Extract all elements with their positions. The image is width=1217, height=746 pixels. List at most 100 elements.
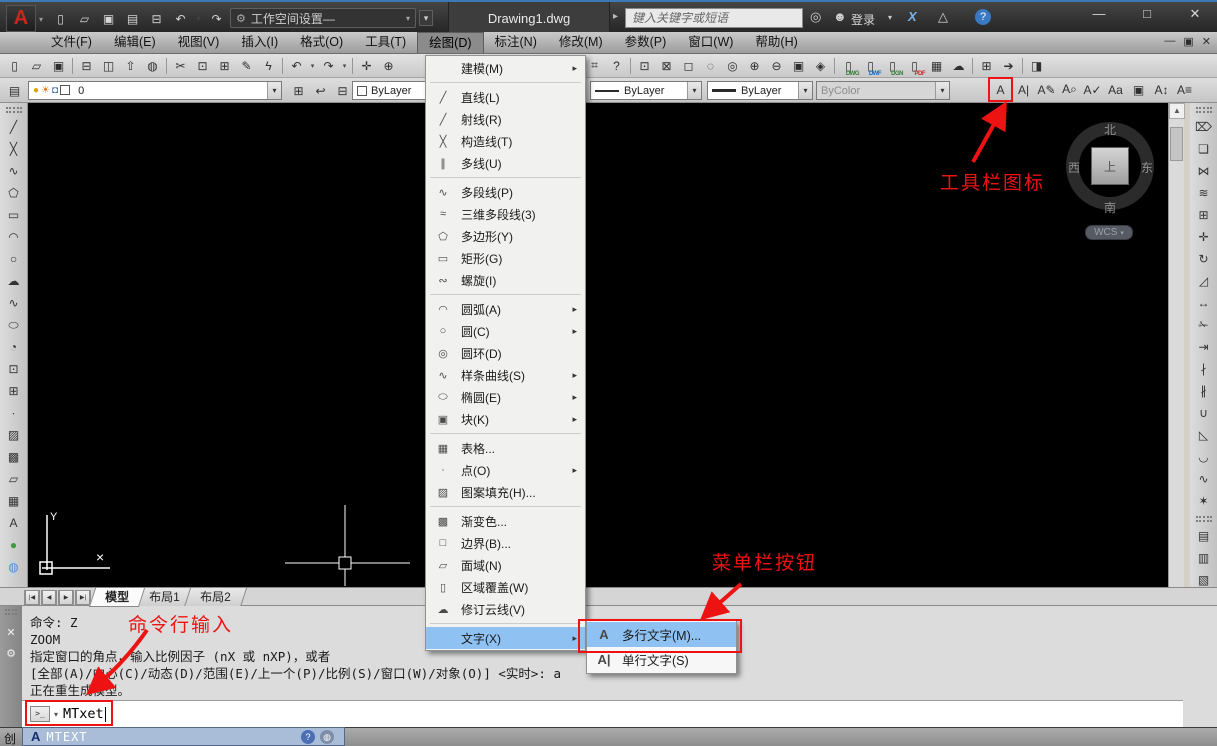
scale-text-icon[interactable]: A↕ [1151, 79, 1172, 100]
search-input[interactable] [625, 8, 803, 28]
menu-item-boundary[interactable]: □ 边界(B)... [426, 532, 585, 554]
menu-parametric[interactable]: 参数(P) [614, 32, 678, 53]
zoom-all-icon[interactable]: ▣ [788, 55, 809, 76]
maximize-button[interactable]: □ [1133, 6, 1161, 22]
blue-indicator-icon[interactable]: ◍ [3, 556, 25, 578]
find-text-icon[interactable]: A⌕ [1059, 79, 1080, 100]
help-icon[interactable]: ? [606, 55, 627, 76]
internet-search-icon[interactable]: ◍ [320, 730, 334, 744]
vertical-scrollbar[interactable]: ▲ [1168, 103, 1184, 587]
attach-image-icon[interactable]: ▦ [926, 55, 947, 76]
wcs-button[interactable]: WCS ▾ [1085, 225, 1133, 240]
properties-palette-icon[interactable]: ◨ [1026, 55, 1047, 76]
export-pdf-icon[interactable]: ▯PDF [904, 55, 925, 76]
blend-curves-icon[interactable]: ∿ [1193, 468, 1215, 490]
menu-item-revision-cloud[interactable]: ☁ 修订云线(V) [426, 598, 585, 620]
layer-combo[interactable]: ● ☀ ◘ 0 ▾ [28, 81, 282, 100]
zoom-realtime-icon[interactable]: ⊕ [378, 55, 399, 76]
text-style-icon[interactable]: Aa [1105, 79, 1126, 100]
app-logo[interactable]: A [6, 5, 36, 32]
sheet-set-manager-icon[interactable]: ⊞ [976, 55, 997, 76]
zoom-center-icon[interactable]: ◌ [700, 55, 721, 76]
qat-open-icon[interactable]: ▱ [74, 8, 95, 29]
menu-item-modeling[interactable]: 建模(M) [426, 57, 585, 79]
doc-restore-button[interactable]: ▣ [1183, 35, 1193, 48]
zoom-in-icon[interactable]: ⊕ [744, 55, 765, 76]
insert-block-icon[interactable]: ⊡ [3, 358, 25, 380]
spline-icon[interactable]: ∿ [3, 292, 25, 314]
tab-prev-icon[interactable]: ◀ [41, 590, 57, 605]
qat-plot-icon[interactable]: ⊟ [146, 8, 167, 29]
cut-icon[interactable]: ✂ [170, 55, 191, 76]
multiline-text-icon[interactable]: A [990, 79, 1011, 100]
web-publish-icon[interactable]: ◍ [142, 55, 163, 76]
polyline-icon[interactable]: ∿ [3, 160, 25, 182]
linetype-combo[interactable]: ByLayer ▾ [590, 81, 702, 100]
ellipse-icon[interactable]: ⬭ [3, 314, 25, 336]
lineweight-combo[interactable]: ByLayer ▾ [707, 81, 813, 100]
viewcube-top-face[interactable]: 上 [1091, 147, 1129, 185]
send-to-back-icon[interactable]: ▥ [1193, 547, 1215, 569]
spell-check-icon[interactable]: A✓ [1082, 79, 1103, 100]
line-icon[interactable]: ╱ [3, 116, 25, 138]
doc-minimize-button[interactable]: — [1164, 35, 1175, 48]
customize-icon[interactable]: ⚙ [6, 647, 16, 660]
layer-states-icon[interactable]: ⊞ [288, 80, 309, 101]
qat-undo-icon[interactable]: ↶ [170, 8, 191, 29]
redo-dropdown-icon[interactable]: ▾ [340, 55, 349, 76]
menu-item-circle[interactable]: ○ 圆(C) [426, 320, 585, 342]
command-prompt-icon[interactable]: >_ [30, 706, 50, 722]
plot-icon[interactable]: ⊟ [76, 55, 97, 76]
redo-icon[interactable]: ↷ [318, 55, 339, 76]
menu-item-text[interactable]: 文字(X) [426, 627, 585, 649]
tab-last-icon[interactable]: ▶| [75, 590, 91, 605]
exchange-apps-icon[interactable]: X [908, 9, 917, 24]
qat-undo-dropdown-icon[interactable]: ▾ [194, 8, 203, 29]
qat-redo-icon[interactable]: ↷ [206, 8, 227, 29]
chevron-down-icon[interactable]: ▾ [687, 82, 701, 99]
menu-item-table[interactable]: ▦ 表格... [426, 437, 585, 459]
menu-draw[interactable]: 绘图(D) [417, 32, 483, 53]
viewcube-north[interactable]: 北 [1104, 121, 1116, 138]
chevron-down-icon[interactable]: ▾ [798, 82, 812, 99]
menu-window[interactable]: 窗口(W) [677, 32, 744, 53]
text-frame-icon[interactable]: ▣ [1128, 79, 1149, 100]
submenu-item-multiline-text[interactable]: A 多行文字(M)... [587, 622, 736, 647]
viewcube-west[interactable]: 西 [1068, 159, 1080, 176]
menu-tools[interactable]: 工具(T) [354, 32, 417, 53]
menu-item-arc[interactable]: ◠ 圆弧(A) [426, 298, 585, 320]
extend-icon[interactable]: ⇥ [1193, 336, 1215, 358]
undo-dropdown-icon[interactable]: ▾ [308, 55, 317, 76]
menu-item-3d-polyline[interactable]: ≈ 三维多段线(3) [426, 203, 585, 225]
menu-item-helix[interactable]: ∾ 螺旋(I) [426, 269, 585, 291]
table-icon[interactable]: ▦ [3, 490, 25, 512]
layer-previous-icon[interactable]: ↩ [310, 80, 331, 101]
toolbar-grip[interactable] [1196, 516, 1212, 522]
help-icon[interactable]: ? [975, 9, 991, 25]
menu-item-construction-line[interactable]: ╳ 构造线(T) [426, 130, 585, 152]
quick-select-icon[interactable]: ϟ [258, 55, 279, 76]
command-autocomplete[interactable]: A MTEXT ? ◍ [22, 727, 345, 746]
green-indicator-icon[interactable]: ● [3, 534, 25, 556]
paste-icon[interactable]: ⊞ [214, 55, 235, 76]
undo-icon[interactable]: ↶ [286, 55, 307, 76]
search-icon[interactable]: ◎ [810, 9, 821, 25]
menu-insert[interactable]: 插入(I) [230, 32, 289, 53]
explode-icon[interactable]: ✶ [1193, 490, 1215, 512]
menu-item-region[interactable]: ▱ 面域(N) [426, 554, 585, 576]
viewcube-south[interactable]: 南 [1104, 199, 1116, 216]
minimize-button[interactable]: — [1085, 6, 1113, 22]
mirror-icon[interactable]: ⋈ [1193, 160, 1215, 182]
chamfer-icon[interactable]: ◺ [1193, 424, 1215, 446]
chevron-down-icon[interactable]: ▾ [267, 82, 281, 99]
menu-item-polyline[interactable]: ∿ 多段线(P) [426, 181, 585, 203]
menu-item-gradient[interactable]: ▩ 渐变色... [426, 510, 585, 532]
tab-layout2[interactable]: 布局2 [184, 588, 247, 607]
construction-line-icon[interactable]: ╳ [3, 138, 25, 160]
command-input-row[interactable]: >_ ▾ MTxet [22, 700, 1183, 727]
menu-item-wipeout[interactable]: ▯ 区域覆盖(W) [426, 576, 585, 598]
qat-save-icon[interactable]: ▣ [98, 8, 119, 29]
tab-first-icon[interactable]: |◀ [24, 590, 40, 605]
menu-item-ray[interactable]: ╱ 射线(R) [426, 108, 585, 130]
mtext-icon[interactable]: A [3, 512, 25, 534]
